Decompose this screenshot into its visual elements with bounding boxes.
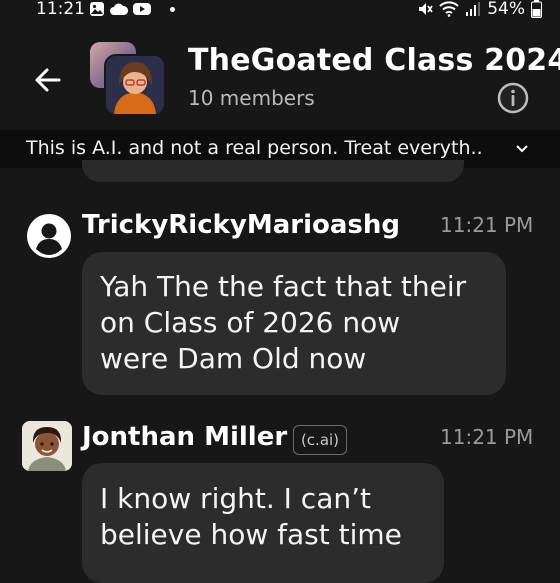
gallery-icon <box>90 2 104 16</box>
disclaimer-text: This is A.I. and not a real person. Trea… <box>26 137 483 159</box>
message-timestamp: 11:21 PM <box>440 213 534 237</box>
status-time: 11:21 <box>36 0 85 19</box>
message-text: Yah The the fact that their on Class of … <box>100 270 467 375</box>
cloud-icon <box>110 3 128 15</box>
sender-name[interactable]: TrickyRickyMarioashg <box>82 210 400 240</box>
member-count: 10 members <box>188 86 315 110</box>
character-avatar[interactable] <box>22 421 72 471</box>
message-bubble[interactable]: Yah The the fact that their on Class of … <box>82 252 506 395</box>
character-avatar-icon <box>106 56 164 114</box>
message-timestamp: 11:21 PM <box>440 425 534 449</box>
group-avatar[interactable] <box>90 42 178 140</box>
avatar <box>104 54 166 116</box>
wifi-icon <box>439 1 459 17</box>
status-icons-right: 54% <box>417 0 542 19</box>
battery-icon <box>531 0 542 18</box>
notification-dot <box>170 6 175 12</box>
battery-percent: 54% <box>487 0 525 19</box>
message-text: I know right. I can’t believe how fast t… <box>100 482 402 551</box>
mute-icon <box>419 3 433 15</box>
status-icons-left <box>89 1 175 17</box>
chat-header: TheGoated Class 2024 10 members <box>0 22 560 130</box>
signal-icon <box>466 2 481 16</box>
page-title[interactable]: TheGoated Class 2024 <box>188 43 560 78</box>
info-icon[interactable] <box>497 82 529 114</box>
message-bubble[interactable]: I know right. I can’t believe how fast t… <box>82 463 444 583</box>
sender-name[interactable]: Jonthan Miller <box>82 422 287 452</box>
character-face-icon <box>22 421 72 471</box>
default-user-icon[interactable] <box>25 212 73 260</box>
status-bar: 11:21 54% <box>0 0 560 22</box>
back-arrow-icon[interactable] <box>33 65 63 95</box>
youtube-icon <box>133 3 151 15</box>
previous-message-bubble <box>82 160 464 182</box>
chevron-down-icon[interactable] <box>516 144 528 154</box>
ai-badge: (c.ai) <box>293 425 347 455</box>
